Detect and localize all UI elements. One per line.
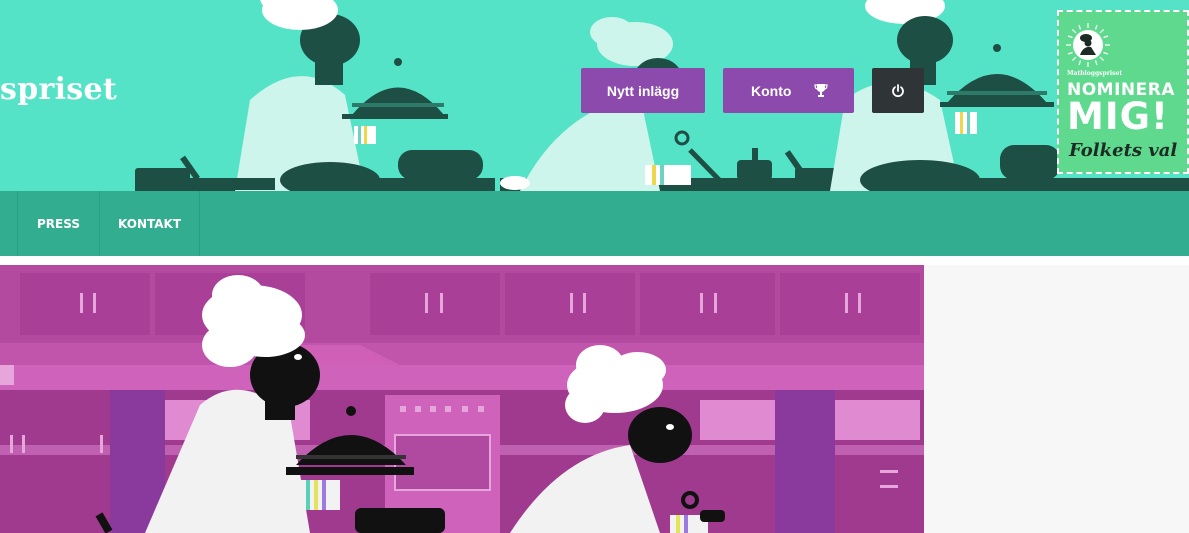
account-label: Konto [751, 82, 792, 99]
badge-line3: Folkets val [1069, 140, 1178, 161]
nav-divider [199, 191, 200, 256]
logout-button[interactable] [872, 68, 924, 113]
matbloggspriset-logo [1066, 23, 1110, 67]
nav-item-kontakt[interactable]: KONTAKT [100, 191, 199, 256]
power-icon [892, 83, 904, 97]
trophy-icon [814, 84, 828, 97]
main-navigation: PRESS KONTAKT [0, 191, 1189, 256]
new-post-button[interactable]: Nytt inlägg [581, 68, 705, 113]
badge-line2: MIG! [1067, 95, 1169, 138]
sidebar [924, 265, 1189, 533]
featured-image[interactable] [0, 265, 924, 533]
badge-brand: Matbloggspriset [1067, 70, 1123, 77]
nominate-badge[interactable]: Matbloggspriset NOMINERA MIG! Folkets va… [1057, 10, 1189, 174]
new-post-label: Nytt inlägg [606, 82, 680, 99]
site-header: spriset Nytt inlägg Konto Matbloggsprise… [0, 0, 1189, 191]
kitchen-chefs-illustration [0, 265, 924, 533]
nav-item-press[interactable]: PRESS [18, 191, 99, 256]
site-title[interactable]: spriset [0, 72, 117, 107]
account-button[interactable]: Konto [723, 68, 854, 113]
page: spriset Nytt inlägg Konto Matbloggsprise… [0, 0, 1189, 533]
nav-bottom-strip [0, 256, 1189, 265]
